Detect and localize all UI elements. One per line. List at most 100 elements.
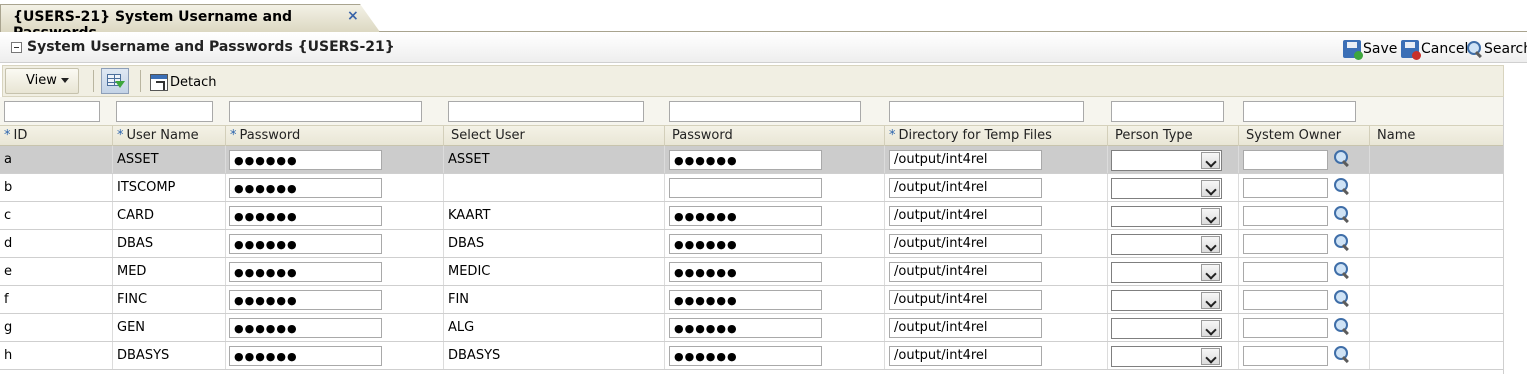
table-toolbar: View Detach — [2, 65, 1504, 97]
search-button[interactable]: Search — [1466, 39, 1527, 59]
view-menu-button[interactable]: View — [5, 68, 79, 94]
password2-field[interactable]: ●●●●●● — [669, 206, 822, 226]
filter-input-user-name[interactable] — [116, 101, 213, 122]
temp-dir-field[interactable]: /output/int4rel — [889, 178, 1042, 198]
column-header-system-owner[interactable]: System Owner — [1238, 126, 1369, 146]
password-field[interactable]: ●●●●●● — [229, 262, 382, 282]
password-field[interactable]: ●●●●●● — [229, 150, 382, 170]
temp-dir-field[interactable]: /output/int4rel — [889, 150, 1042, 170]
column-header-select-user[interactable]: Select User — [443, 126, 664, 146]
cell-name — [1369, 258, 1503, 285]
system-owner-field[interactable] — [1243, 346, 1328, 366]
table-row[interactable]: a ASSET ●●●●●● ASSET ●●●●●●/output/int4rel — [0, 146, 1503, 174]
search-icon[interactable] — [1333, 261, 1351, 279]
person-type-select[interactable] — [1111, 178, 1222, 199]
temp-dir-field[interactable]: /output/int4rel — [889, 346, 1042, 366]
save-button[interactable]: Save — [1343, 39, 1398, 60]
cell-user-name: FINC — [112, 286, 225, 313]
temp-dir-field[interactable]: /output/int4rel — [889, 206, 1042, 226]
table-row[interactable]: h DBASYS ●●●●●● DBASYS ●●●●●●/output/int4rel — [0, 342, 1503, 370]
password2-field[interactable]: ●●●●●● — [669, 318, 822, 338]
person-type-select[interactable] — [1111, 290, 1222, 311]
chevron-down-icon[interactable] — [1201, 152, 1220, 169]
filter-input-person-type[interactable] — [1111, 101, 1224, 122]
password2-field[interactable] — [669, 178, 822, 198]
filter-input-password2[interactable] — [669, 101, 861, 122]
password-field[interactable]: ●●●●●● — [229, 178, 382, 198]
password2-field[interactable]: ●●●●●● — [669, 346, 822, 366]
filter-input-system-owner[interactable] — [1243, 101, 1356, 122]
person-type-select[interactable] — [1111, 346, 1222, 367]
search-icon[interactable] — [1333, 149, 1351, 167]
search-icon[interactable] — [1333, 345, 1351, 363]
person-type-select[interactable] — [1111, 206, 1222, 227]
password-field[interactable]: ●●●●●● — [229, 346, 382, 366]
table-row[interactable]: c CARD ●●●●●● KAART ●●●●●●/output/int4rel — [0, 202, 1503, 230]
save-label: Save — [1363, 41, 1398, 57]
table-row[interactable]: f FINC ●●●●●● FIN ●●●●●●/output/int4rel — [0, 286, 1503, 314]
system-owner-field[interactable] — [1243, 318, 1328, 338]
password2-field[interactable]: ●●●●●● — [669, 150, 822, 170]
filter-input-password[interactable] — [229, 101, 422, 122]
system-owner-field[interactable] — [1243, 290, 1328, 310]
detach-button[interactable]: Detach — [150, 71, 216, 93]
cell-id: d — [4, 236, 13, 251]
chevron-down-icon[interactable] — [1201, 264, 1220, 281]
chevron-down-icon[interactable] — [1201, 292, 1220, 309]
password-field[interactable]: ●●●●●● — [229, 290, 382, 310]
chevron-down-icon[interactable] — [1201, 320, 1220, 337]
password2-field[interactable]: ●●●●●● — [669, 234, 822, 254]
column-header-user-name[interactable]: * User Name — [112, 126, 225, 146]
password-field[interactable]: ●●●●●● — [229, 234, 382, 254]
query-by-example-button[interactable] — [101, 68, 129, 94]
filter-input-select-user[interactable] — [448, 101, 644, 122]
person-type-select[interactable] — [1111, 318, 1222, 339]
cell-user-name: DBAS — [112, 230, 225, 257]
search-icon[interactable] — [1333, 233, 1351, 251]
temp-dir-field[interactable]: /output/int4rel — [889, 234, 1042, 254]
chevron-down-icon — [60, 78, 69, 83]
temp-dir-field[interactable]: /output/int4rel — [889, 262, 1042, 282]
table-row[interactable]: b ITSCOMP ●●●●●● /output/int4rel — [0, 174, 1503, 202]
password2-field[interactable]: ●●●●●● — [669, 290, 822, 310]
filter-input-id[interactable] — [4, 101, 100, 122]
chevron-down-icon[interactable] — [1201, 180, 1220, 197]
password2-field[interactable]: ●●●●●● — [669, 262, 822, 282]
person-type-select[interactable] — [1111, 262, 1222, 283]
close-icon[interactable]: × — [347, 8, 359, 24]
person-type-select[interactable] — [1111, 150, 1222, 171]
system-owner-field[interactable] — [1243, 150, 1328, 170]
column-header-password[interactable]: * Password — [225, 126, 443, 146]
system-owner-field[interactable] — [1243, 178, 1328, 198]
search-icon — [1466, 40, 1484, 58]
chevron-down-icon[interactable] — [1201, 348, 1220, 365]
system-owner-field[interactable] — [1243, 262, 1328, 282]
chevron-down-icon[interactable] — [1201, 208, 1220, 225]
cancel-button[interactable]: Cancel — [1401, 39, 1468, 60]
password-field[interactable]: ●●●●●● — [229, 318, 382, 338]
search-icon[interactable] — [1333, 177, 1351, 195]
system-owner-field[interactable] — [1243, 234, 1328, 254]
chevron-down-icon[interactable] — [1201, 236, 1220, 253]
table-row[interactable]: d DBAS ●●●●●● DBAS ●●●●●●/output/int4rel — [0, 230, 1503, 258]
search-icon[interactable] — [1333, 317, 1351, 335]
person-type-select[interactable] — [1111, 234, 1222, 255]
search-icon[interactable] — [1333, 205, 1351, 223]
column-label: System Owner — [1246, 128, 1342, 143]
system-owner-field[interactable] — [1243, 206, 1328, 226]
collapse-icon[interactable] — [11, 42, 22, 53]
column-header-person-type[interactable]: Person Type — [1107, 126, 1238, 146]
search-icon[interactable] — [1333, 289, 1351, 307]
column-header-password2[interactable]: Password — [664, 126, 884, 146]
column-header-id[interactable]: * ID — [0, 126, 112, 146]
table-row[interactable]: e MED ●●●●●● MEDIC ●●●●●●/output/int4rel — [0, 258, 1503, 286]
filter-input-temp-dir[interactable] — [889, 101, 1084, 122]
table-row[interactable]: g GEN ●●●●●● ALG ●●●●●●/output/int4rel — [0, 314, 1503, 342]
temp-dir-field[interactable]: /output/int4rel — [889, 318, 1042, 338]
toolbar-divider — [93, 70, 94, 92]
password-field[interactable]: ●●●●●● — [229, 206, 382, 226]
temp-dir-field[interactable]: /output/int4rel — [889, 290, 1042, 310]
tab-system-usernames[interactable]: {USERS-21} System Username and Passwords… — [0, 4, 380, 32]
column-header-name[interactable]: Name — [1369, 126, 1503, 146]
column-header-temp-dir[interactable]: * Directory for Temp Files — [884, 126, 1107, 146]
